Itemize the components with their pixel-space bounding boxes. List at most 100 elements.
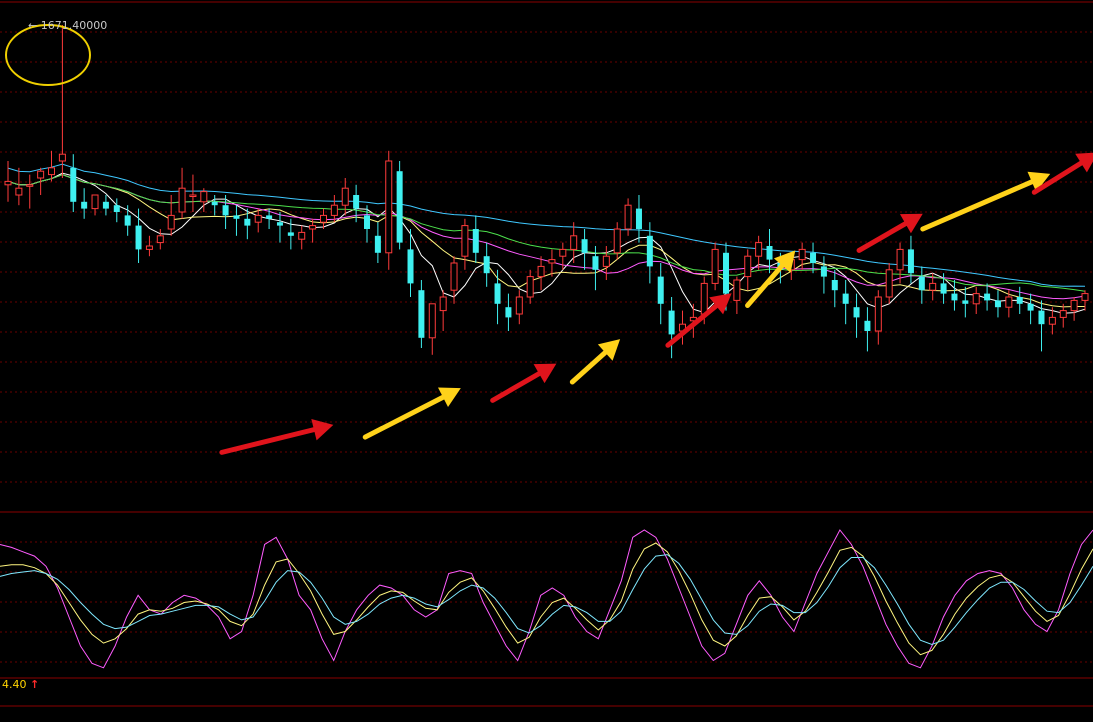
candle-body-down — [353, 195, 360, 209]
candle-body-down — [907, 249, 914, 274]
candle-body-down — [962, 300, 969, 304]
candle-body-down — [113, 205, 120, 212]
candle-body-up — [439, 296, 447, 312]
candle-body-up — [570, 235, 578, 250]
candle-body-down — [287, 232, 294, 236]
candle-body-down — [102, 201, 109, 209]
candle-body-up — [298, 231, 306, 240]
candle-body-down — [1038, 310, 1045, 325]
candle-body-down — [81, 201, 88, 209]
candle-body-down — [266, 215, 273, 219]
candle-body-up — [526, 276, 534, 298]
candle-body-down — [918, 276, 925, 291]
candle-body-down — [635, 208, 642, 229]
candle-body-down — [483, 256, 490, 274]
up-arrow-icon: ↑ — [30, 678, 40, 691]
max-price-value: 1671.40000 — [40, 19, 108, 32]
candle-body-up — [15, 187, 23, 196]
candle-body-down — [723, 252, 729, 294]
candle-body-up — [733, 279, 741, 301]
candle-body-up — [700, 282, 708, 315]
candle-body-up — [972, 293, 980, 305]
candle-body-down — [211, 201, 218, 206]
candle-body-down — [853, 307, 860, 318]
candle-body-down — [657, 276, 664, 304]
candle-body-up — [58, 153, 66, 162]
candle-body-down — [984, 293, 991, 301]
candle-body-up — [330, 204, 338, 216]
candle-body-down — [766, 246, 773, 260]
candle-body-up — [1005, 296, 1013, 308]
candle-body-down — [1016, 297, 1023, 304]
candle-body-down — [472, 229, 479, 253]
candle-body-down — [418, 290, 425, 338]
candle-body-up — [537, 265, 545, 278]
candle-body-up — [624, 204, 632, 230]
candle-body-down — [374, 235, 381, 253]
candle-body-down — [364, 215, 370, 229]
candle-body-down — [592, 256, 599, 270]
candle-body-up — [874, 296, 882, 332]
max-price-arrow: ← — [28, 19, 38, 32]
candle-body-up — [548, 259, 556, 264]
oscillator-value: 4.40 — [2, 678, 27, 691]
candle-body-up — [385, 160, 393, 254]
candle-body-down — [70, 167, 77, 202]
candle-body-up — [167, 214, 175, 230]
candle-body-down — [581, 239, 588, 253]
candle-body-up — [4, 180, 12, 186]
candle-body-down — [244, 218, 251, 226]
candle-body-down — [407, 249, 414, 284]
candle-body-up — [178, 187, 186, 213]
candle-body-down — [668, 310, 675, 335]
candle-body-down — [810, 252, 817, 263]
candle-body-up — [711, 248, 719, 284]
candle-body-down — [222, 205, 229, 216]
candle-body-up — [37, 170, 45, 179]
candle-body-down — [864, 320, 871, 331]
candle-body-down — [951, 293, 958, 301]
candle-body-up — [559, 248, 567, 257]
candle-body-up — [189, 194, 197, 197]
candle-body-up — [929, 282, 937, 291]
candle-body-down — [994, 300, 1001, 308]
candle-body-up — [515, 296, 523, 315]
candle-body-up — [613, 228, 621, 254]
candle-body-up — [1059, 310, 1067, 318]
candle-body-down — [940, 283, 947, 294]
stock-chart — [0, 0, 1093, 722]
candle-body-up — [319, 214, 327, 223]
candle-body-up — [461, 225, 469, 257]
candle-body-up — [602, 255, 610, 267]
candle-body-down — [820, 266, 827, 277]
candle-body-down — [1027, 303, 1034, 311]
candle-body-up — [341, 187, 349, 206]
candle-body-down — [831, 280, 838, 291]
candle-body-up — [156, 235, 164, 244]
candle-body-up — [798, 248, 806, 261]
candle-body-down — [233, 215, 240, 219]
candle-body-down — [276, 222, 283, 226]
candle-body-up — [26, 184, 34, 187]
candle-body-up — [309, 225, 317, 230]
candle-body-up — [885, 269, 893, 298]
max-price-label: ← 1671.40000 — [28, 19, 107, 32]
candle-body-down — [646, 235, 653, 267]
candle-body-up — [1070, 299, 1078, 312]
candle-body-down — [842, 293, 849, 304]
candle-body-up — [48, 167, 56, 176]
candle-body-up — [450, 262, 458, 291]
candle-body-up — [744, 255, 752, 278]
candle-body-up — [1081, 293, 1089, 301]
candle-body-up — [1048, 316, 1056, 325]
candle-body-up — [428, 303, 436, 339]
candle-body-down — [494, 283, 501, 304]
candle-body-down — [505, 307, 512, 318]
candle-body-up — [200, 191, 208, 203]
candle-body-up — [896, 248, 904, 271]
oscillator-value-label: 4.40 ↑ — [2, 678, 39, 691]
candle-body-down — [124, 215, 131, 226]
candle-body-down — [396, 171, 403, 243]
candle-body-up — [755, 242, 763, 257]
candle-body-up — [145, 245, 153, 250]
